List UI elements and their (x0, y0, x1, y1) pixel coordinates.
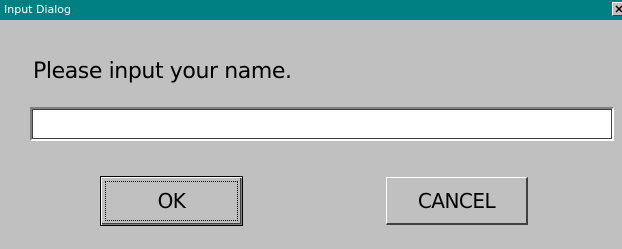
ok-button[interactable]: OK (100, 176, 243, 226)
prompt-label: Please input your name. (33, 59, 292, 84)
title-bar[interactable]: Input Dialog (0, 0, 622, 20)
cancel-button[interactable]: CANCEL (386, 177, 528, 225)
close-button[interactable] (612, 2, 622, 16)
cancel-button-label: CANCEL (417, 188, 496, 213)
ok-button-label: OK (157, 189, 186, 213)
input-dialog-window: Input Dialog Please input your name. OK … (0, 0, 622, 249)
window-title: Input Dialog (4, 3, 72, 16)
close-icon (615, 5, 622, 13)
name-input[interactable] (30, 107, 614, 141)
